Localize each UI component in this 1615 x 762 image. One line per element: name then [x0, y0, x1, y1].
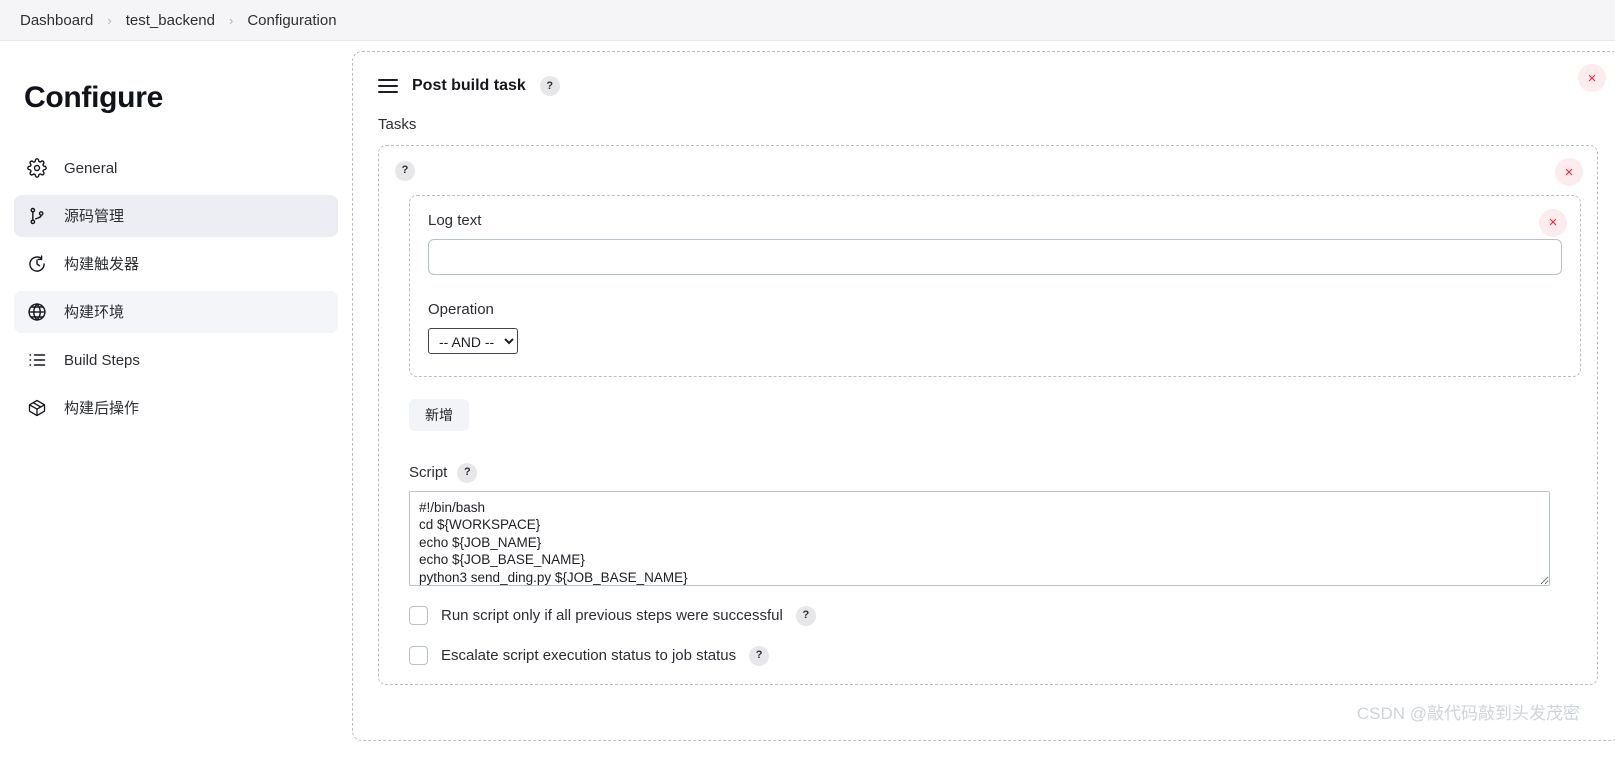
breadcrumb-item-configuration[interactable]: Configuration	[239, 13, 344, 28]
help-icon[interactable]: ?	[795, 605, 816, 626]
sidebar-item-label: 源码管理	[64, 207, 125, 225]
clock-icon	[26, 253, 48, 275]
escalate-script-status-row: Escalate script execution status to job …	[409, 645, 1581, 666]
tasks-label: Tasks	[378, 116, 417, 133]
sidebar-item-source-code-management[interactable]: 源码管理	[14, 195, 338, 237]
post-build-task-header: Post build task ?	[378, 76, 1598, 96]
breadcrumb: Dashboard › test_backend › Configuration	[0, 0, 1615, 41]
sidebar-item-post-build-actions[interactable]: 构建后操作	[14, 387, 338, 429]
post-build-task-panel: × Post build task ? Tasks × ? × Log text…	[352, 51, 1615, 741]
breadcrumb-separator-icon: ›	[107, 12, 112, 28]
script-help-icon[interactable]: ?	[457, 462, 478, 483]
run-script-only-if-successful-label: Run script only if all previous steps we…	[441, 607, 783, 624]
delete-post-build-task-button[interactable]: ×	[1578, 64, 1606, 92]
log-text-block: × Log text Operation -- AND --	[409, 194, 1581, 377]
sidebar-item-build-triggers[interactable]: 构建触发器	[14, 243, 338, 285]
help-icon[interactable]: ?	[749, 645, 770, 666]
script-label: Script	[409, 464, 448, 481]
sidebar-item-label: Build Steps	[64, 351, 140, 369]
sidebar-item-build-environment[interactable]: 构建环境	[14, 291, 338, 333]
delete-log-text-button[interactable]: ×	[1539, 208, 1567, 237]
operation-label: Operation	[428, 300, 494, 318]
operation-select[interactable]: -- AND --	[428, 327, 518, 354]
drag-handle-icon[interactable]	[378, 79, 398, 93]
log-text-label: Log text	[428, 211, 482, 229]
post-build-task-title: Post build task	[412, 77, 526, 94]
add-log-text-button[interactable]: 新增	[409, 398, 469, 431]
breadcrumb-item-test-backend[interactable]: test_backend	[118, 13, 223, 28]
help-icon[interactable]: ?	[539, 76, 560, 96]
script-textarea[interactable]: #!/bin/bash cd ${WORKSPACE} echo ${JOB_N…	[409, 490, 1550, 586]
delete-task-button[interactable]: ×	[1555, 158, 1583, 186]
sidebar: Configure General 源码管理 构建触发器 构建环境 Build …	[0, 41, 352, 762]
page-title: Configure	[24, 81, 163, 114]
watermark: CSDN @敲代码敲到头发茂密	[1356, 704, 1580, 723]
sidebar-item-build-steps[interactable]: Build Steps	[14, 339, 338, 381]
sidebar-item-label: 构建后操作	[64, 399, 140, 417]
gear-icon	[26, 157, 48, 179]
main-content: × Post build task ? Tasks × ? × Log text…	[352, 41, 1615, 762]
sidebar-item-general[interactable]: General	[14, 147, 338, 189]
run-script-only-if-successful-row: Run script only if all previous steps we…	[409, 605, 1581, 626]
git-branch-icon	[26, 205, 48, 227]
escalate-script-status-label: Escalate script execution status to job …	[441, 647, 737, 664]
sidebar-item-label: 构建触发器	[64, 255, 140, 273]
task-help-icon[interactable]: ?	[395, 160, 415, 181]
escalate-script-status-checkbox[interactable]	[409, 646, 428, 665]
sidebar-item-label: General	[64, 159, 118, 177]
task-block: × ? × Log text Operation -- AND -- 新增 Sc…	[378, 145, 1598, 685]
sidebar-item-label: 构建环境	[64, 303, 125, 321]
breadcrumb-item-dashboard[interactable]: Dashboard	[12, 13, 101, 28]
globe-icon	[26, 301, 48, 323]
run-script-only-if-successful-checkbox[interactable]	[409, 606, 428, 625]
log-text-input[interactable]	[428, 238, 1562, 275]
list-icon	[26, 349, 48, 371]
script-header: Script ?	[409, 462, 1581, 483]
breadcrumb-separator-icon: ›	[228, 12, 234, 28]
package-icon	[26, 397, 48, 419]
